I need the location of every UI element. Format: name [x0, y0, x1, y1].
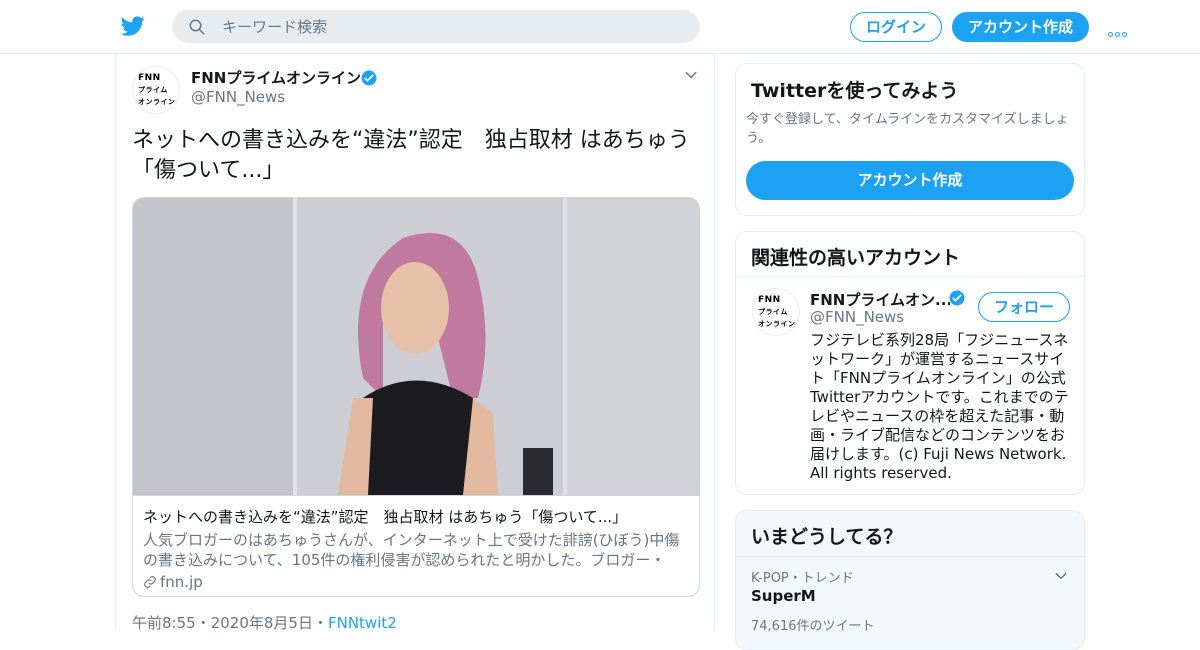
author-handle[interactable]: @FNN_News: [191, 88, 285, 106]
avatar-logo-text: FNN プライム オンライン: [758, 295, 796, 328]
meta-separator: ・: [312, 614, 328, 632]
search-input[interactable]: [222, 10, 682, 43]
card-body: ネットへの書き込みを“違法”認定 独占取材 はあちゅう「傷ついて...」 人気ブ…: [133, 495, 699, 596]
meta-separator: ・: [195, 614, 211, 632]
card-description: 人気ブロガーのはあちゅうさんが、インターネット上で受けた誹謗(ひぼう)中傷の書き…: [143, 531, 680, 569]
panel-title: 関連性の高いアカウント: [751, 247, 961, 269]
panel-title: Twitterを使ってみよう: [751, 80, 959, 102]
twitter-bird-icon[interactable]: [120, 14, 146, 38]
author-name[interactable]: FNNプライムオンライン: [191, 67, 361, 88]
chevron-down-icon[interactable]: [684, 68, 698, 82]
search-icon: [189, 19, 205, 35]
card-domain: fnn.jp: [143, 573, 691, 591]
link-icon: [144, 576, 156, 588]
divider: [736, 276, 1084, 277]
card-domain-text: fnn.jp: [160, 573, 203, 591]
trend-name: SuperM: [751, 587, 816, 605]
signup-panel-button[interactable]: アカウント作成: [746, 161, 1074, 200]
card-image: [133, 198, 699, 495]
trend-count: 74,616件のツイート: [751, 619, 875, 634]
tweet-source-link[interactable]: FNNtwit2: [328, 614, 397, 632]
login-button[interactable]: ログイン: [850, 12, 942, 42]
trend-item[interactable]: K-POP・トレンド SuperM 74,616件のツイート: [736, 557, 1084, 647]
trends-panel: いまどうしてる？ K-POP・トレンド SuperM 74,616件のツイート: [735, 510, 1085, 650]
more-icon[interactable]: [1108, 22, 1130, 37]
related-account-name[interactable]: FNNプライムオン...: [810, 289, 950, 310]
card-title: ネットへの書き込みを“違法”認定 独占取材 はあちゅう「傷ついて...」: [143, 508, 628, 526]
panel-title: いまどうしてる？: [751, 526, 903, 548]
verified-icon: [361, 70, 377, 86]
tweet-date[interactable]: 2020年8月5日: [211, 614, 313, 632]
chevron-down-icon[interactable]: [1054, 569, 1068, 583]
avatar-logo-text: FNN プライム オンライン: [138, 73, 176, 106]
related-account-handle[interactable]: @FNN_News: [810, 308, 904, 326]
avatar[interactable]: FNN プライム オンライン: [132, 66, 180, 114]
signup-prompt-panel: Twitterを使ってみよう 今すぐ登録して、タイムラインをカスタマイズしましょ…: [735, 63, 1085, 216]
related-account-bio: フジテレビ系列28局「フジニュースネットワーク」が運営するニュースサイト「FNN…: [810, 331, 1069, 482]
panel-subtitle: 今すぐ登録して、タイムラインをカスタマイズしましょう。: [746, 112, 1069, 146]
related-accounts-panel: 関連性の高いアカウント FNN プライム オンライン FNNプライムオン... @F…: [735, 231, 1085, 495]
search-bar[interactable]: [172, 10, 700, 43]
tweet-time[interactable]: 午前8:55: [132, 614, 196, 632]
follow-button[interactable]: フォロー: [978, 292, 1070, 322]
top-bar: ログイン アカウント作成: [0, 0, 1200, 54]
link-card[interactable]: ネットへの書き込みを“違法”認定 独占取材 はあちゅう「傷ついて...」 人気ブ…: [132, 197, 700, 597]
signup-button[interactable]: アカウント作成: [952, 12, 1089, 42]
verified-icon: [949, 290, 965, 306]
trend-context: K-POP・トレンド: [751, 571, 854, 586]
tweet-text: ネットへの書き込みを“違法”認定 独占取材 はあちゅう「傷ついて...」: [132, 128, 690, 183]
avatar[interactable]: FNN プライム オンライン: [752, 288, 800, 336]
tweet-detail: FNN プライム オンライン FNNプライムオンライン @FNN_News ネットへ…: [115, 54, 715, 632]
